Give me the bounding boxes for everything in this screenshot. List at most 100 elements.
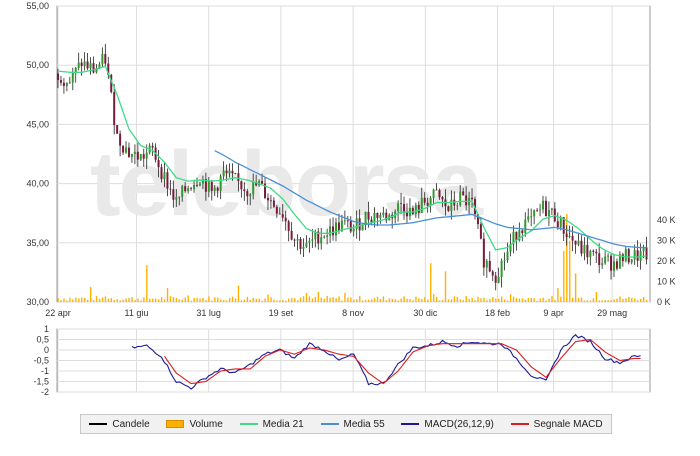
volume-bar <box>539 298 541 302</box>
price-y-tick-label: 45,00 <box>26 119 49 129</box>
macd-y-tick-label: 1 <box>44 324 49 334</box>
candle-body <box>639 251 642 261</box>
chart-stage: teleborsa 55,00 50,00 45,00 40,00 35,00 30,00… <box>0 0 700 451</box>
volume-bar <box>255 298 257 302</box>
price-y-tick-label: 35,00 <box>26 238 49 248</box>
volume-bar <box>299 297 302 302</box>
volume-y-tick-label: 0 K <box>657 297 671 307</box>
candle-body <box>86 61 89 69</box>
volume-bar <box>223 299 225 302</box>
candle-body <box>598 253 601 265</box>
legend-item-segnale-macd[interactable]: Segnale MACD <box>510 418 603 430</box>
volume-bar <box>362 300 364 302</box>
price-y-tick-label: 30,00 <box>26 297 49 307</box>
volume-y-tick-label: 10 K <box>657 277 676 287</box>
candle-body <box>275 206 278 214</box>
candle-body <box>104 54 107 64</box>
legend-item-macd[interactable]: MACD(26,12,9) <box>401 419 494 430</box>
volume-bar <box>92 300 95 302</box>
volume-bar <box>465 296 467 302</box>
volume-bar <box>441 300 444 302</box>
legend-swatch-segnale-macd <box>510 423 529 425</box>
volume-bar <box>642 296 645 302</box>
candle-body <box>305 242 308 247</box>
legend-item-media-55[interactable]: Media 55 <box>320 419 385 430</box>
volume-bar <box>270 297 272 302</box>
candle-body <box>169 188 172 190</box>
volume-bar <box>604 300 606 302</box>
candle-body <box>139 154 142 160</box>
volume-bar <box>95 296 98 302</box>
volume-bar <box>75 297 77 302</box>
volume-bar <box>459 299 462 302</box>
candle-body <box>491 271 494 276</box>
candle-body <box>612 261 615 271</box>
candle-body <box>574 240 577 245</box>
candle-body <box>299 238 302 249</box>
volume-bar <box>341 300 343 302</box>
volume-bar <box>302 296 305 302</box>
volume-bar <box>332 297 334 302</box>
candle-body <box>488 260 491 272</box>
candle-body <box>151 145 154 148</box>
volume-bar <box>276 300 278 302</box>
candle-body <box>142 154 145 159</box>
volume-bar <box>430 263 432 302</box>
legend-item-volume[interactable]: Volume <box>166 419 223 430</box>
candle-body <box>533 210 536 217</box>
legend-item-candele[interactable]: Candele <box>89 419 150 430</box>
volume-bar <box>305 292 308 302</box>
legend-swatch-media-21 <box>239 423 258 425</box>
volume-bar <box>338 296 340 302</box>
candle-body <box>249 194 252 197</box>
volume-bar <box>533 298 535 302</box>
candle-body <box>101 54 104 65</box>
candle-body <box>240 181 243 190</box>
volume-bar <box>601 300 603 302</box>
candle-body <box>494 275 497 283</box>
volume-bar <box>468 299 470 302</box>
candle-body <box>266 197 269 201</box>
volume-bar <box>214 297 216 302</box>
volume-bar <box>110 298 113 302</box>
candle-body <box>379 215 382 219</box>
x-tick-label: 18 feb <box>485 308 510 318</box>
candle-body <box>193 184 196 190</box>
volume-bar <box>193 297 195 302</box>
candle-body <box>326 235 329 237</box>
candle-body <box>68 82 71 84</box>
volume-bar <box>586 300 589 302</box>
volume-bar <box>196 297 198 302</box>
candle-body <box>89 63 92 69</box>
x-tick-label: 9 apr <box>543 308 564 318</box>
candle-body <box>500 260 503 278</box>
volume-bar <box>521 298 524 302</box>
candle-body <box>376 212 379 219</box>
volume-bar <box>60 300 62 302</box>
candle-body <box>530 216 533 218</box>
candle-body <box>539 209 542 211</box>
candle-body <box>181 186 184 197</box>
candle-body <box>77 62 80 68</box>
volume-bar <box>456 296 459 302</box>
volume-y-tick-label: 30 K <box>657 236 676 246</box>
volume-bar <box>231 296 234 302</box>
volume-bar <box>577 297 580 302</box>
x-tick-label: 11 giu <box>125 308 149 318</box>
volume-bar <box>57 298 59 302</box>
candle-body <box>411 208 414 215</box>
volume-bar <box>471 298 473 302</box>
legend-label: Media 21 <box>262 418 304 430</box>
candle-body <box>417 204 420 213</box>
volume-bar <box>190 300 192 302</box>
volume-bar <box>296 300 299 302</box>
volume-bar <box>403 296 405 302</box>
volume-bar <box>557 288 559 302</box>
legend-item-media-21[interactable]: Media 21 <box>239 418 304 430</box>
volume-bar <box>370 299 373 302</box>
volume-bar <box>637 300 639 302</box>
volume-bar <box>323 298 325 302</box>
legend-label: Segnale MACD <box>533 418 603 430</box>
candle-body <box>231 170 234 174</box>
volume-bar <box>622 299 624 302</box>
